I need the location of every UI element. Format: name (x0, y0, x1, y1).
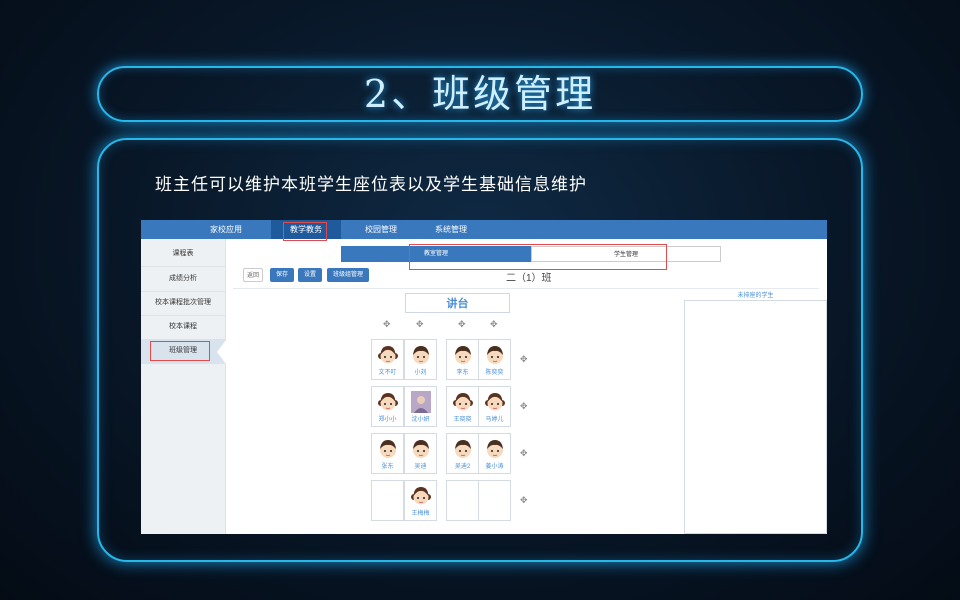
nav-item-campus[interactable]: 校园管理 (346, 220, 416, 239)
photo-avatar (411, 391, 431, 413)
row-move-icon[interactable]: ✥ (520, 449, 528, 458)
boy-avatar-icon (411, 438, 431, 460)
seat-student-name: 张东 (381, 464, 394, 470)
column-move-icon[interactable]: ✥ (490, 320, 498, 329)
top-nav: 家校应用 教学教务 校园管理 系统管理 (141, 220, 827, 239)
seat-empty[interactable] (446, 480, 479, 521)
seat[interactable]: 郑小小 (371, 386, 404, 427)
podium: 讲台 (405, 293, 510, 313)
seat-empty[interactable] (478, 480, 511, 521)
seat-student-name: 吴迪2 (454, 464, 471, 470)
seat[interactable]: 王梅梅 (404, 480, 437, 521)
seat-student-name: 小刘 (414, 370, 427, 376)
seat-student-name: 王晓晓 (453, 417, 472, 423)
sidebar-active-arrow (217, 340, 226, 364)
sidebar-item-school-course[interactable]: 校本课程 (141, 315, 225, 340)
seat-student-name: 文不叮 (378, 370, 397, 376)
seat[interactable]: 王晓晓 (446, 386, 479, 427)
seat[interactable]: 陈奕奕 (478, 339, 511, 380)
slide-subtitle: 班主任可以维护本班学生座位表以及学生基础信息维护 (155, 175, 587, 195)
seat[interactable]: 小刘 (404, 339, 437, 380)
boy-avatar-icon (411, 344, 431, 366)
seat-student-name: 李东 (456, 370, 469, 376)
seat[interactable]: 马婷儿 (478, 386, 511, 427)
settings-button[interactable]: 设置 (298, 268, 322, 282)
seat-student-name: 沈小妍 (411, 417, 430, 423)
boy-avatar-icon (453, 344, 473, 366)
seat-student-name: 姜小涛 (485, 464, 504, 470)
slide-title: 2、班级管理 (363, 72, 597, 116)
girl-avatar-icon (411, 485, 431, 507)
sidebar-item-grades[interactable]: 成绩分析 (141, 267, 225, 292)
seat[interactable]: 李东 (446, 339, 479, 380)
divider (233, 288, 819, 289)
seat-student-name: 郑小小 (378, 417, 397, 423)
nav-item-system[interactable]: 系统管理 (416, 220, 486, 239)
seat-student-name: 王梅梅 (411, 511, 430, 517)
back-button[interactable]: 返回 (243, 268, 263, 282)
highlight-box-tabs (409, 244, 667, 270)
seat[interactable]: 张东 (371, 433, 404, 474)
girl-avatar-icon (453, 391, 473, 413)
seat[interactable]: 文不叮 (371, 339, 404, 380)
row-move-icon[interactable]: ✥ (520, 402, 528, 411)
app-screenshot: 家校应用 教学教务 校园管理 系统管理 课程表 成绩分析 校本课程批次管理 校本… (141, 220, 827, 534)
highlight-box-sidebar (150, 341, 210, 361)
seat[interactable]: 吴迪2 (446, 433, 479, 474)
sidebar-item-course-batch[interactable]: 校本课程批次管理 (141, 291, 225, 316)
seat-student-name: 吴迪 (414, 464, 427, 470)
class-name: 二（1）班 (506, 273, 552, 284)
seat[interactable]: 沈小妍 (404, 386, 437, 427)
boy-avatar-icon (485, 438, 505, 460)
unassigned-students-list[interactable] (684, 300, 827, 534)
girl-avatar-icon (485, 391, 505, 413)
class-admin-button[interactable]: 班级组管理 (327, 268, 369, 282)
boy-avatar-icon (453, 438, 473, 460)
row-move-icon[interactable]: ✥ (520, 496, 528, 505)
highlight-box-nav (283, 222, 327, 241)
nav-item-home-school[interactable]: 家校应用 (191, 220, 261, 239)
row-move-icon[interactable]: ✥ (520, 355, 528, 364)
girl-avatar-icon (378, 344, 398, 366)
boy-avatar-icon (485, 344, 505, 366)
seat-student-name: 马婷儿 (485, 417, 504, 423)
sidebar: 课程表 成绩分析 校本课程批次管理 校本课程 班级管理 (141, 239, 226, 534)
girl-avatar-icon (378, 391, 398, 413)
seat-student-name: 陈奕奕 (485, 370, 504, 376)
sidebar-item-timetable[interactable]: 课程表 (141, 242, 225, 267)
boy-avatar-icon (378, 438, 398, 460)
seat[interactable]: 姜小涛 (478, 433, 511, 474)
save-button[interactable]: 保存 (270, 268, 294, 282)
seat-empty[interactable] (371, 480, 404, 521)
seat[interactable]: 吴迪 (404, 433, 437, 474)
unassigned-students-label: 未排座的学生 (737, 293, 774, 299)
column-move-icon[interactable]: ✥ (458, 320, 466, 329)
column-move-icon[interactable]: ✥ (416, 320, 424, 329)
column-move-icon[interactable]: ✥ (383, 320, 391, 329)
